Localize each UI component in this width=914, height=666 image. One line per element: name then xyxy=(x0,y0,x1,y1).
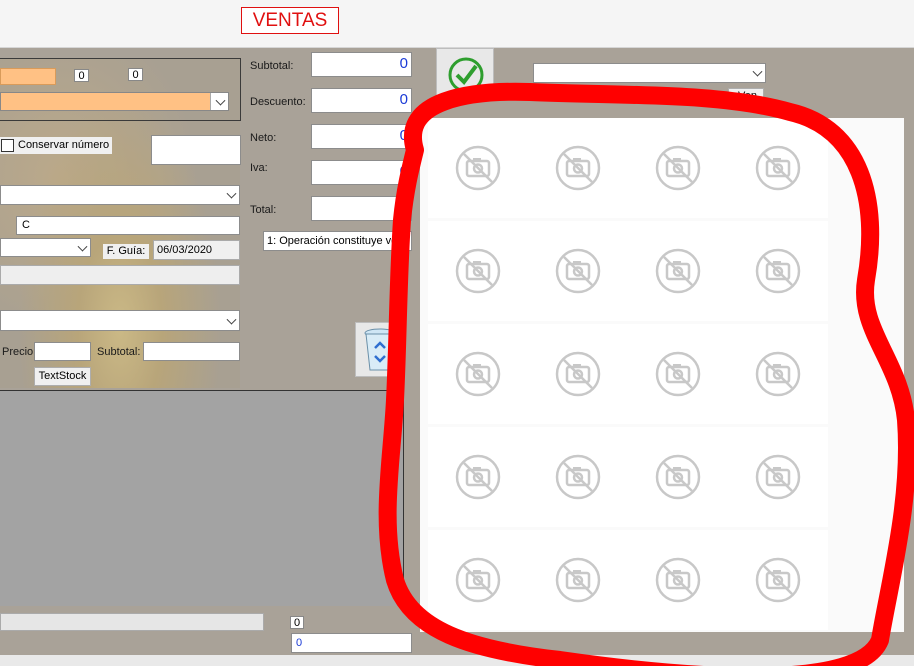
gallery-item[interactable] xyxy=(728,221,828,321)
precio-input[interactable] xyxy=(34,342,91,361)
image-unavailable-icon xyxy=(555,557,601,603)
iva-label: Iva: xyxy=(250,162,268,174)
customer-select-button[interactable] xyxy=(210,93,228,110)
customer-select[interactable] xyxy=(0,92,229,111)
operation-select-value: 1: Operación constituye ve xyxy=(267,235,398,247)
checkbox-icon[interactable] xyxy=(1,139,14,152)
image-unavailable-icon xyxy=(755,145,801,191)
conservar-label: Conservar número xyxy=(18,139,110,151)
gallery-item[interactable] xyxy=(428,324,528,424)
image-unavailable-icon xyxy=(455,557,501,603)
image-unavailable-icon xyxy=(455,351,501,397)
gallery-item[interactable] xyxy=(728,324,828,424)
delete-button[interactable] xyxy=(355,322,405,377)
subtotal-value: 0 xyxy=(311,52,412,77)
guia-date-value: 06/03/2020 xyxy=(157,244,213,256)
gallery-item[interactable] xyxy=(528,118,628,218)
field-c-input[interactable]: C xyxy=(16,216,240,235)
chevron-down-icon xyxy=(77,241,88,252)
window-title: VENTAS xyxy=(241,7,339,34)
confirm-button[interactable] xyxy=(436,48,494,100)
iva-value: 0 xyxy=(311,160,412,185)
gallery-item[interactable] xyxy=(628,324,728,424)
stock-button[interactable]: TextStock xyxy=(34,367,91,386)
footer-value: 0 xyxy=(296,637,303,649)
image-unavailable-icon xyxy=(655,351,701,397)
guia-select[interactable] xyxy=(0,238,91,257)
gallery-item[interactable] xyxy=(728,530,828,630)
image-unavailable-icon xyxy=(455,145,501,191)
title-bar xyxy=(0,0,914,48)
product-select[interactable] xyxy=(0,310,240,331)
precio-label: Precio: xyxy=(2,346,37,358)
field-c-value: C xyxy=(22,219,30,231)
gallery-item[interactable] xyxy=(428,427,528,527)
descuento-value[interactable]: 0 xyxy=(311,88,412,113)
image-unavailable-icon xyxy=(755,557,801,603)
footer-count: 0 xyxy=(290,616,304,629)
subtotal-label: Subtotal: xyxy=(250,60,294,72)
gallery-item[interactable] xyxy=(728,427,828,527)
image-unavailable-icon xyxy=(755,351,801,397)
image-unavailable-icon xyxy=(655,454,701,500)
neto-value: 0 xyxy=(311,124,412,149)
gallery-item[interactable] xyxy=(428,530,528,630)
document-type-select[interactable] xyxy=(0,185,240,205)
image-unavailable-icon xyxy=(655,248,701,294)
gallery-item[interactable] xyxy=(628,118,728,218)
status-strip xyxy=(0,655,914,666)
image-unavailable-icon xyxy=(755,248,801,294)
gallery-item[interactable] xyxy=(528,427,628,527)
gallery-item[interactable] xyxy=(628,221,728,321)
gallery-item[interactable] xyxy=(428,221,528,321)
operation-select[interactable]: 1: Operación constituye ve xyxy=(263,231,412,251)
checkmark-icon xyxy=(448,57,484,93)
gallery-item[interactable] xyxy=(628,530,728,630)
number-input[interactable] xyxy=(151,135,241,165)
gallery-item[interactable] xyxy=(428,118,528,218)
image-unavailable-icon xyxy=(555,454,601,500)
image-unavailable-icon xyxy=(455,248,501,294)
footer-value-field: 0 xyxy=(291,633,412,653)
item-subtotal-label: Subtotal: xyxy=(97,346,141,358)
chevron-down-icon xyxy=(226,314,237,325)
image-unavailable-icon xyxy=(555,351,601,397)
chevron-down-icon xyxy=(226,188,237,199)
recycle-bin-icon xyxy=(364,328,396,371)
right-select[interactable] xyxy=(533,63,766,83)
gallery-item[interactable] xyxy=(728,118,828,218)
customer-code-input[interactable] xyxy=(0,68,56,85)
chevron-down-icon xyxy=(215,95,226,106)
ventas-partial-button[interactable]: :Ven xyxy=(728,88,764,104)
chevron-down-icon xyxy=(752,66,763,77)
guia-date-field[interactable]: 06/03/2020 xyxy=(153,240,240,260)
gallery-item[interactable] xyxy=(528,324,628,424)
chevron-down-icon xyxy=(398,234,409,245)
neto-label: Neto: xyxy=(250,132,277,144)
conservar-checkbox-group[interactable]: Conservar número xyxy=(0,137,112,154)
image-unavailable-icon xyxy=(455,454,501,500)
customer-code-value: 0 xyxy=(74,69,89,82)
footer-bar xyxy=(0,613,264,631)
image-unavailable-icon xyxy=(755,454,801,500)
total-label: Total: xyxy=(250,204,277,216)
image-unavailable-icon xyxy=(655,145,701,191)
item-subtotal-input[interactable] xyxy=(143,342,240,361)
gallery-item[interactable] xyxy=(528,221,628,321)
gallery-item[interactable] xyxy=(528,530,628,630)
descuento-label: Descuento: xyxy=(250,96,306,108)
customer-extra-value: 0 xyxy=(128,68,143,81)
guia-date-label: F. Guía: xyxy=(103,244,149,259)
image-unavailable-icon xyxy=(655,557,701,603)
gallery-item[interactable] xyxy=(628,427,728,527)
image-unavailable-icon xyxy=(555,248,601,294)
items-grid[interactable] xyxy=(0,390,404,606)
total-value: 0 xyxy=(311,196,412,221)
image-unavailable-icon xyxy=(555,145,601,191)
description-field[interactable] xyxy=(0,265,240,285)
